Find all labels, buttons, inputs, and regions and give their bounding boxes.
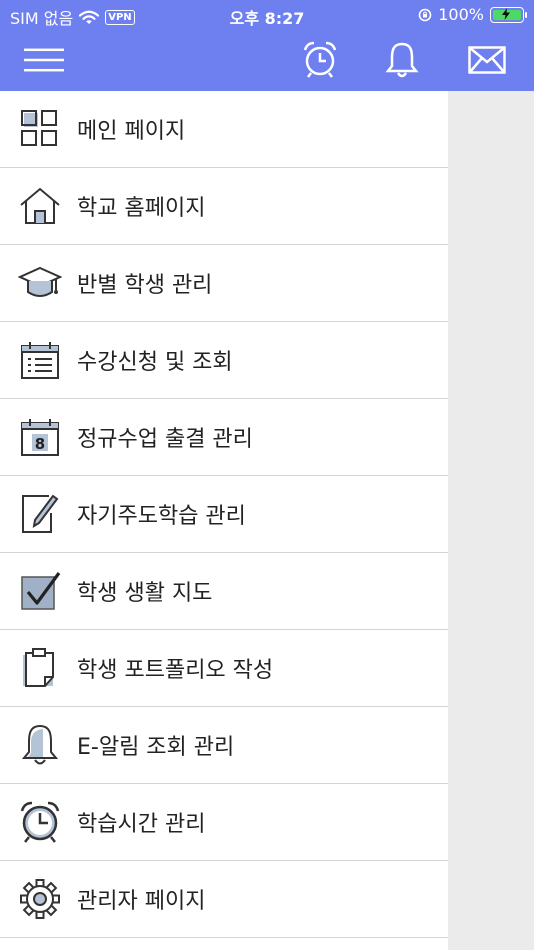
menu-item-label: E-알림 조회 관리	[77, 735, 235, 760]
menu-item-label: 학생 생활 지도	[77, 581, 213, 606]
menu-item-label: 관리자 페이지	[77, 889, 206, 914]
battery-percent: 100%	[438, 5, 484, 24]
menu-item-admin-page[interactable]: 관리자 페이지	[0, 861, 448, 938]
messages-button[interactable]	[467, 40, 507, 80]
status-bar: SIM 없음 VPN 오후 8:27 100%	[0, 0, 534, 30]
side-menu: 메인 페이지 학교 홈페이지 반별 학생 관리 수강신청 및 조회 8 정규수업…	[0, 91, 448, 950]
battery-icon	[490, 6, 527, 23]
menu-item-school-homepage[interactable]: 학교 홈페이지	[0, 168, 448, 245]
gear-icon	[18, 877, 62, 921]
hamburger-menu-icon	[24, 48, 64, 72]
menu-item-study-time[interactable]: 학습시간 관리	[0, 784, 448, 861]
alarm-clock-icon	[303, 41, 337, 78]
menu-item-class-student-management[interactable]: 반별 학생 관리	[0, 245, 448, 322]
pencil-note-icon	[18, 492, 62, 536]
grid-icon	[18, 107, 62, 151]
menu-item-student-life-guidance[interactable]: 학생 생활 지도	[0, 553, 448, 630]
notifications-button[interactable]	[382, 40, 422, 80]
menu-item-e-notice[interactable]: E-알림 조회 관리	[0, 707, 448, 784]
menu-item-course-registration[interactable]: 수강신청 및 조회	[0, 322, 448, 399]
menu-item-student-portfolio[interactable]: 학생 포트폴리오 작성	[0, 630, 448, 707]
hamburger-menu-button[interactable]	[24, 40, 64, 80]
alarm-button[interactable]	[300, 40, 340, 80]
menu-item-label: 자기주도학습 관리	[77, 504, 246, 529]
menu-item-label: 학습시간 관리	[77, 812, 206, 837]
status-right: 100%	[418, 5, 527, 24]
checkbox-icon	[18, 569, 62, 613]
menu-item-main-page[interactable]: 메인 페이지	[0, 91, 448, 168]
svg-text:8: 8	[35, 435, 45, 453]
menu-item-label: 메인 페이지	[77, 119, 186, 144]
alarm-clock-icon	[18, 800, 62, 844]
menu-item-label: 반별 학생 관리	[77, 273, 213, 298]
calendar-8-icon: 8	[18, 415, 62, 459]
menu-item-regular-attendance[interactable]: 8 정규수업 출결 관리	[0, 399, 448, 476]
clipboard-icon	[18, 646, 62, 690]
menu-item-label: 학교 홈페이지	[77, 196, 206, 221]
envelope-icon	[468, 46, 506, 74]
bell-icon	[18, 723, 62, 767]
menu-item-label: 정규수업 출결 관리	[77, 427, 253, 452]
app-toolbar	[0, 30, 534, 91]
menu-item-label: 수강신청 및 조회	[77, 350, 233, 375]
graduation-cap-icon	[18, 261, 62, 305]
menu-item-label: 학생 포트폴리오 작성	[77, 658, 274, 683]
bell-icon	[385, 42, 419, 78]
calendar-list-icon	[18, 338, 62, 382]
house-icon	[18, 184, 62, 228]
orientation-lock-icon	[418, 8, 432, 21]
battery-nub	[525, 11, 527, 18]
charging-bolt-icon	[502, 8, 510, 20]
menu-item-self-study-management[interactable]: 자기주도학습 관리	[0, 476, 448, 553]
